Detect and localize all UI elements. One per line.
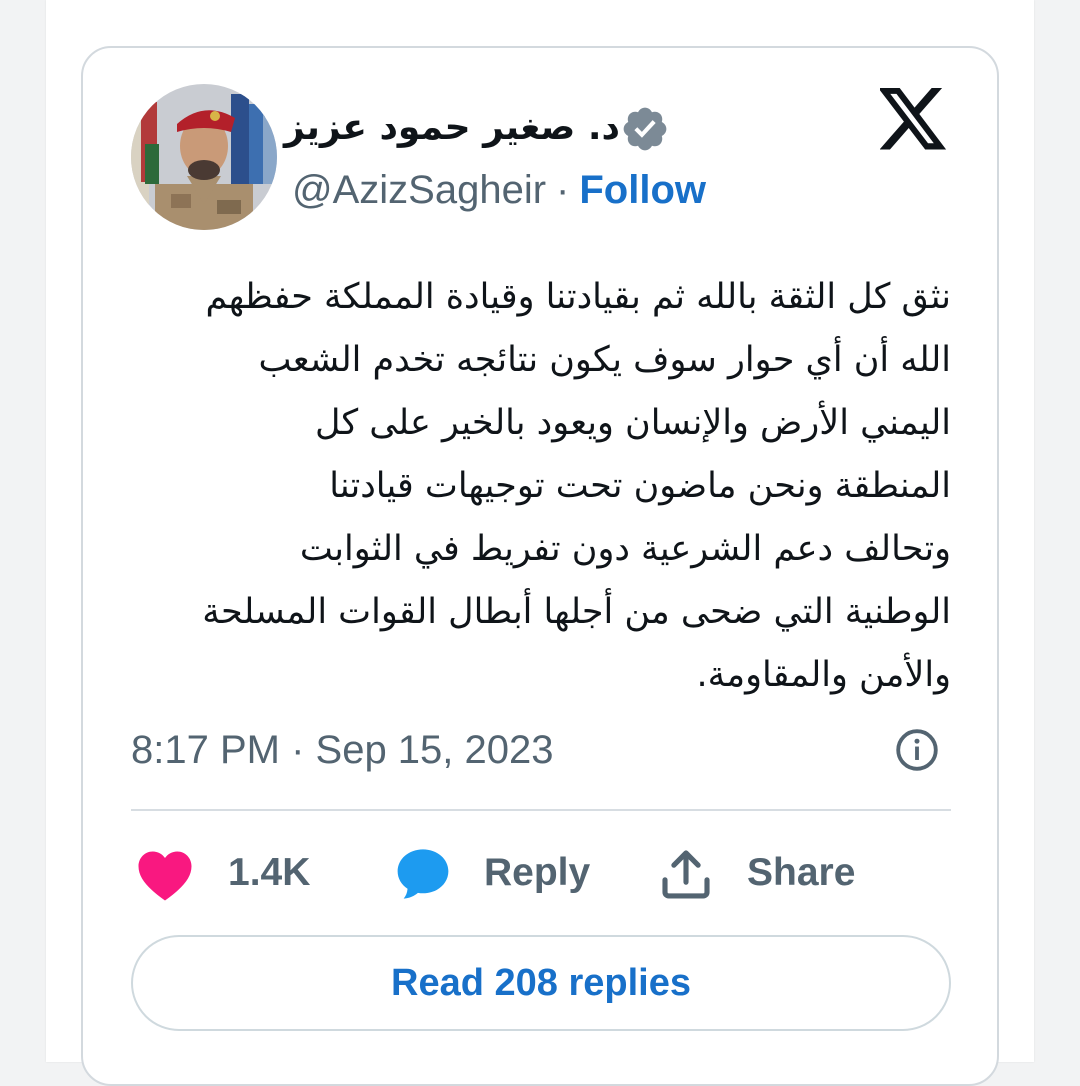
separator-dot: ·	[556, 168, 570, 212]
reply-button[interactable]: Reply	[484, 845, 590, 901]
tweet-text: نثق كل الثقة بالله ثم بقيادتنا وقيادة ال…	[202, 277, 951, 695]
avatar[interactable]	[131, 84, 277, 230]
author-name[interactable]: د. صغير حمود عزيز	[284, 98, 620, 158]
reply-bubble-icon[interactable]	[394, 844, 452, 902]
info-icon[interactable]	[894, 727, 940, 773]
author-handle[interactable]: @AzizSagheir	[292, 168, 546, 212]
verified-badge-icon	[620, 104, 670, 154]
x-logo-icon[interactable]	[878, 88, 948, 152]
likes-count[interactable]: 1.4K	[228, 845, 310, 901]
tweet-timestamp[interactable]: 8:17 PM · Sep 15, 2023	[131, 722, 554, 778]
divider	[131, 809, 951, 811]
follow-button[interactable]: Follow	[579, 168, 706, 212]
share-icon[interactable]	[658, 846, 714, 902]
heart-icon[interactable]	[135, 846, 195, 902]
read-replies-button[interactable]: Read 208 replies	[131, 935, 951, 1031]
handle-row: @AzizSagheir · Follow	[292, 162, 706, 218]
share-button[interactable]: Share	[747, 845, 855, 901]
